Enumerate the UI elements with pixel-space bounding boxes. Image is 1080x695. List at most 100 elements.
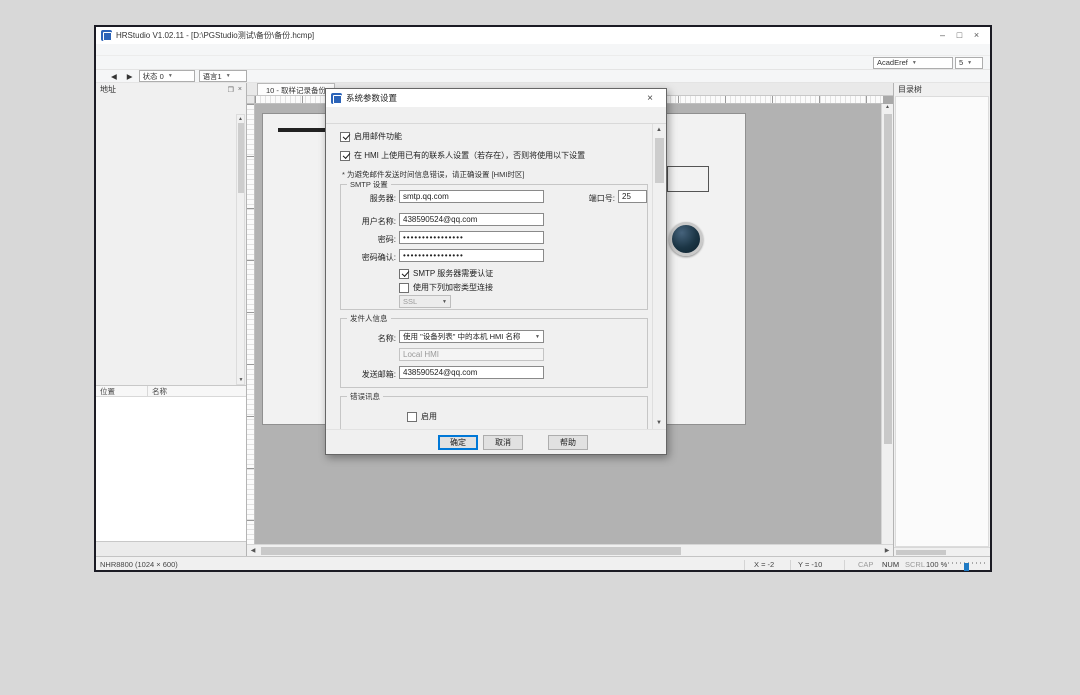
encryption-checkbox[interactable] (399, 283, 409, 293)
help-button[interactable]: 帮助 (548, 435, 588, 450)
sender-name-label: 名称: (341, 333, 396, 344)
state-combo[interactable]: 状态 0▼ (139, 70, 195, 82)
prev-state-button[interactable]: ◀ (107, 70, 121, 82)
directory-tree (895, 96, 989, 547)
app-icon (101, 30, 112, 41)
bit-grid: ▲ ▼ (96, 114, 246, 385)
cursor-y: Y = -10 (798, 560, 822, 569)
smtp-group: SMTP 设置 服务器: 端口号: 用户名称: 密码: 密码确认: SMTP 服… (340, 184, 648, 310)
error-enable-checkbox[interactable] (407, 412, 417, 422)
scroll-down-icon[interactable]: ▼ (237, 376, 245, 384)
port-input[interactable] (618, 190, 647, 203)
scroll-right-icon[interactable]: ▶ (881, 547, 893, 554)
confirm-password-label: 密码确认: (341, 252, 396, 263)
zoom-slider-thumb[interactable] (964, 563, 969, 571)
zoom-slider[interactable] (948, 560, 986, 565)
round-button-element[interactable] (669, 222, 703, 256)
chevron-down-icon: ▼ (532, 334, 540, 340)
server-input[interactable] (399, 190, 544, 203)
scroll-thumb[interactable] (896, 550, 946, 555)
encryption-label: 使用下列加密类型连接 (413, 282, 493, 293)
scroll-thumb[interactable] (655, 138, 664, 183)
chevron-down-icon: ▼ (967, 60, 972, 66)
tree-panel-title: 目录树 (898, 84, 922, 95)
scroll-up-icon[interactable]: ▲ (885, 104, 890, 110)
menu-bar (96, 44, 990, 56)
language-combo[interactable]: 语言1▼ (199, 70, 247, 82)
title-bar: HRStudio V1.02.11 - [D:\PGStudio测试\备份\备份… (96, 27, 990, 44)
float-panel-icon[interactable]: ❐ (228, 86, 234, 94)
sender-email-input[interactable] (399, 366, 544, 379)
scroll-up-icon[interactable]: ▲ (653, 124, 665, 136)
tree-horizontal-scrollbar[interactable] (894, 547, 990, 556)
dialog-close-button[interactable]: × (639, 93, 661, 104)
smtp-group-title: SMTP 设置 (347, 179, 391, 190)
document-tab[interactable]: 10 - 取样记录备份 (257, 83, 335, 95)
confirm-password-input[interactable] (399, 249, 544, 262)
chevron-down-icon: ▼ (226, 73, 231, 79)
username-input[interactable] (399, 213, 544, 226)
canvas-horizontal-scrollbar[interactable]: ◀ ▶ (247, 544, 893, 556)
error-group-title: 错误讯息 (347, 391, 383, 402)
address-panel-title: 地址 (100, 84, 116, 95)
scroll-left-icon[interactable]: ◀ (247, 547, 259, 554)
use-contacts-label: 在 HMI 上使用已有的联系人设置（若存在），否则将使用以下设置 (354, 150, 585, 161)
chevron-down-icon: ▼ (168, 73, 173, 79)
hmi-name-input (399, 348, 544, 361)
user-label: 用户名称: (341, 216, 396, 227)
system-settings-dialog: 系统参数设置 × 启用邮件功能 在 HMI 上使用已有的联系人设置（若存在），否… (325, 88, 667, 455)
zoom-level: 100 % (926, 560, 947, 569)
minimize-button[interactable]: – (934, 28, 951, 43)
size-combo[interactable]: 5▼ (955, 57, 983, 69)
dialog-scrollbar[interactable]: ▲ ▼ (652, 124, 665, 429)
scroll-thumb[interactable] (238, 123, 244, 193)
style-combo[interactable]: AcadEref▼ (873, 57, 953, 69)
sender-name-combo[interactable]: 使用 "设备列表" 中的本机 HMI 名称▼ (399, 330, 544, 343)
dialog-tab-bar (326, 107, 666, 124)
scroll-thumb[interactable] (884, 114, 892, 444)
error-message-group: 错误讯息 启用 (340, 396, 648, 429)
rectangle-button-element[interactable] (667, 166, 709, 192)
window-title: HRStudio V1.02.11 - [D:\PGStudio测试\备份\备份… (116, 30, 314, 41)
sender-group: 发件人信息 名称: 使用 "设备列表" 中的本机 HMI 名称▼ 发送邮箱: (340, 318, 648, 388)
smtp-auth-label: SMTP 服务器需要认证 (413, 268, 493, 279)
password-label: 密码: (341, 234, 396, 245)
error-enable-label: 启用 (421, 411, 437, 422)
caps-indicator: CAP (858, 560, 873, 569)
address-panel: 地址 ❐ × ▲ ▼ 位置 名称 (96, 83, 247, 556)
scroll-up-icon[interactable]: ▲ (237, 115, 244, 123)
next-state-button[interactable]: ▶ (123, 70, 137, 82)
ruler-corner (247, 96, 255, 104)
num-indicator: NUM (882, 560, 899, 569)
dialog-icon (331, 93, 342, 104)
port-label: 端口号: (569, 193, 615, 204)
mail-tab-page: 启用邮件功能 在 HMI 上使用已有的联系人设置（若存在），否则将使用以下设置 … (326, 124, 666, 429)
column-header-name: 名称 (148, 386, 167, 397)
password-input[interactable] (399, 231, 544, 244)
status-bar: NHR8800 (1024 × 600) X = -2 Y = -10 CAP … (96, 556, 990, 570)
canvas-vertical-scrollbar[interactable]: ▲ (881, 104, 893, 544)
cursor-x: X = -2 (754, 560, 774, 569)
enable-mail-checkbox[interactable] (340, 132, 350, 142)
address-name-list (96, 397, 246, 542)
chevron-down-icon: ▼ (912, 60, 917, 66)
scroll-down-icon[interactable]: ▼ (653, 417, 665, 429)
close-button[interactable]: × (968, 28, 985, 43)
chevron-down-icon: ▼ (439, 299, 447, 305)
maximize-button[interactable]: □ (951, 28, 968, 43)
enable-mail-label: 启用邮件功能 (354, 131, 402, 142)
dialog-title-bar: 系统参数设置 × (326, 89, 666, 107)
ssl-combo: SSL▼ (399, 295, 451, 308)
cancel-button[interactable]: 取消 (483, 435, 523, 450)
sender-email-label: 发送邮箱: (341, 369, 396, 380)
scroll-thumb[interactable] (261, 547, 681, 555)
directory-tree-panel: 目录树 (893, 83, 990, 556)
grid-scrollbar[interactable]: ▲ ▼ (236, 114, 245, 385)
ok-button[interactable]: 确定 (438, 435, 478, 450)
toolbar-draw: ◀ ▶ 状态 0▼ 语言1▼ (96, 70, 990, 83)
vertical-ruler (247, 104, 255, 544)
smtp-auth-checkbox[interactable] (399, 269, 409, 279)
dialog-title: 系统参数设置 (346, 92, 397, 104)
use-contacts-checkbox[interactable] (340, 151, 350, 161)
close-panel-icon[interactable]: × (238, 86, 242, 94)
